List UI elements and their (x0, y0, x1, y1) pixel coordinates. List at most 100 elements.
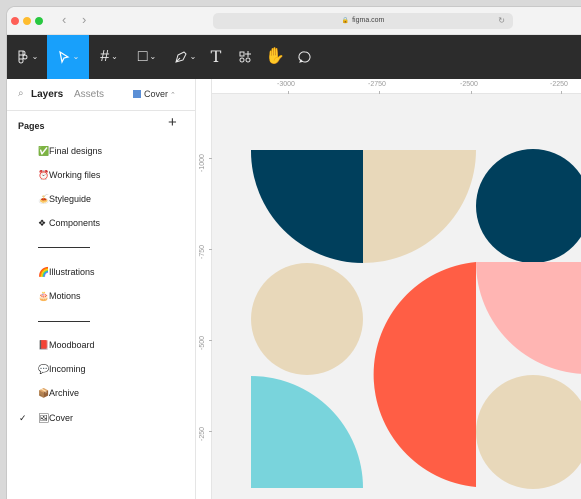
frame-icon: # (100, 48, 110, 66)
comment-icon (298, 51, 311, 63)
navy-half-circle-shape (250, 150, 363, 263)
spaghetti-emoji-icon: 🍝 (38, 194, 50, 204)
ruler-tick-label: -500 (199, 335, 206, 350)
frame-tool-button[interactable]: # ⌄ (91, 35, 127, 79)
book-emoji-icon: 📕 (38, 340, 50, 350)
page-item-cover[interactable]: ✓ 🖼 Cover (7, 407, 195, 429)
page-item-label: Components (49, 218, 101, 228)
page-item-label: Motions (49, 291, 81, 301)
ruler-tick (561, 91, 562, 94)
tab-assets[interactable]: Assets (74, 89, 104, 100)
chevron-up-icon: ⌃ (170, 92, 176, 99)
ruler-tick (288, 91, 289, 94)
page-item-motions[interactable]: 🎂 Motions (7, 285, 195, 307)
figma-logo-icon (18, 50, 28, 64)
close-window-button[interactable] (11, 17, 19, 25)
move-cursor-icon (58, 50, 70, 64)
sand-circle-shape (251, 263, 363, 375)
ruler-tick (209, 431, 212, 432)
page-item-label: Incoming (49, 364, 86, 374)
page-item-illustrations[interactable]: 🌈 Illustrations (7, 261, 195, 283)
forward-icon[interactable]: › (82, 11, 86, 29)
page-item-styleguide[interactable]: 🍝 Styleguide (7, 188, 195, 210)
cake-emoji-icon: 🎂 (38, 291, 50, 301)
pen-tool-button[interactable]: ⌄ (167, 35, 203, 79)
ruler-tick (471, 91, 472, 94)
ruler-tick (209, 158, 212, 159)
ruler-tick-label: -750 (199, 244, 206, 259)
chevron-down-icon: ⌄ (149, 52, 157, 61)
cover-thumbnail-icon (133, 90, 141, 98)
move-tool-button[interactable]: ⌄ (47, 35, 89, 79)
horizontal-ruler: -3000 -2750 -2500 -2250 (197, 79, 581, 94)
text-tool-button[interactable]: T (203, 35, 229, 79)
package-emoji-icon: 📦 (38, 388, 50, 398)
main-menu-button[interactable]: ⌄ (7, 35, 47, 79)
comment-tool-button[interactable] (291, 35, 319, 79)
page-item-label: Archive (49, 388, 80, 398)
speech-bubble-emoji-icon: 💬 (38, 364, 50, 374)
rectangle-icon: □ (137, 48, 148, 66)
ruler-tick (209, 340, 212, 341)
chevron-down-icon: ⌄ (31, 52, 39, 61)
ruler-tick-label: -2250 (550, 81, 568, 88)
browser-window: ‹ › 🔒 figma.com ↻ ⌄ ⌄ # ⌄ □ ⌄ ⌄ T ✋ ⌕ La… (7, 7, 581, 499)
design-canvas[interactable]: -3000 -2750 -2500 -2250 -1000 -750 -500 … (197, 79, 581, 499)
page-item-moodboard[interactable]: 📕 Moodboard (7, 334, 195, 356)
page-item-label: Styleguide (49, 194, 92, 204)
resources-tool-button[interactable] (231, 35, 259, 79)
ruler-tick (379, 91, 380, 94)
hand-tool-button[interactable]: ✋ (261, 35, 289, 79)
pink-quarter-shape (476, 262, 581, 374)
coral-half-circle-shape (373, 262, 476, 487)
url-text: figma.com (352, 17, 385, 24)
page-item-components[interactable]: ❖ Components (7, 212, 195, 234)
page-item-label: Moodboard (49, 340, 95, 350)
page-divider[interactable] (38, 321, 90, 322)
chevron-down-icon: ⌄ (111, 52, 118, 61)
ruler-tick-label: -2750 (368, 81, 386, 88)
page-switcher[interactable]: Cover ⌃ (133, 89, 176, 99)
vertical-ruler: -1000 -750 -500 -250 (197, 79, 212, 499)
page-item-incoming[interactable]: 💬 Incoming (7, 358, 195, 380)
search-icon[interactable]: ⌕ (18, 88, 24, 99)
add-page-button[interactable]: + (168, 115, 177, 131)
checkmark-icon: ✓ (19, 413, 27, 423)
ruler-tick-label: -2500 (460, 81, 478, 88)
rainbow-emoji-icon: 🌈 (38, 267, 50, 277)
sand-quarter-shape (363, 150, 476, 263)
cover-artwork[interactable] (197, 79, 581, 499)
hand-icon: ✋ (265, 48, 285, 65)
reload-icon[interactable]: ↻ (498, 13, 505, 29)
address-bar[interactable]: 🔒 figma.com ↻ (213, 13, 513, 29)
figma-toolbar: ⌄ ⌄ # ⌄ □ ⌄ ⌄ T ✋ (7, 35, 581, 79)
framed-picture-emoji-icon: 🖼 (38, 413, 50, 423)
text-icon: T (210, 47, 222, 66)
current-page-label: Cover (144, 89, 169, 99)
page-item-archive[interactable]: 📦 Archive (7, 382, 195, 404)
ruler-tick (209, 249, 212, 250)
ruler-tick-label: -1000 (199, 154, 206, 172)
pen-icon (174, 51, 187, 63)
minimize-window-button[interactable] (23, 17, 31, 25)
page-item-label: Cover (49, 413, 74, 423)
left-sidebar: ⌕ Layers Assets Cover ⌃ Pages + ✅ Final d… (7, 79, 196, 499)
browser-chrome: ‹ › 🔒 figma.com ↻ (7, 7, 581, 35)
cyan-quarter-shape (251, 376, 363, 488)
page-item-label: Final designs (49, 146, 103, 156)
checkbox-emoji-icon: ✅ (38, 146, 50, 156)
chevron-down-icon: ⌄ (72, 52, 80, 61)
page-item-label: Working files (49, 170, 101, 180)
navy-circle-shape (476, 149, 581, 263)
back-icon[interactable]: ‹ (62, 11, 66, 29)
tab-layers[interactable]: Layers (31, 89, 63, 100)
page-item-working-files[interactable]: ⏰ Working files (7, 164, 195, 186)
alarm-clock-emoji-icon: ⏰ (38, 170, 50, 180)
chevron-down-icon: ⌄ (189, 52, 197, 61)
maximize-window-button[interactable] (35, 17, 43, 25)
lock-icon: 🔒 (341, 18, 350, 24)
sidebar-tabs: ⌕ Layers Assets Cover ⌃ (7, 79, 195, 111)
shape-tool-button[interactable]: □ ⌄ (129, 35, 165, 79)
page-divider[interactable] (38, 247, 90, 248)
page-item-final-designs[interactable]: ✅ Final designs (7, 140, 195, 162)
